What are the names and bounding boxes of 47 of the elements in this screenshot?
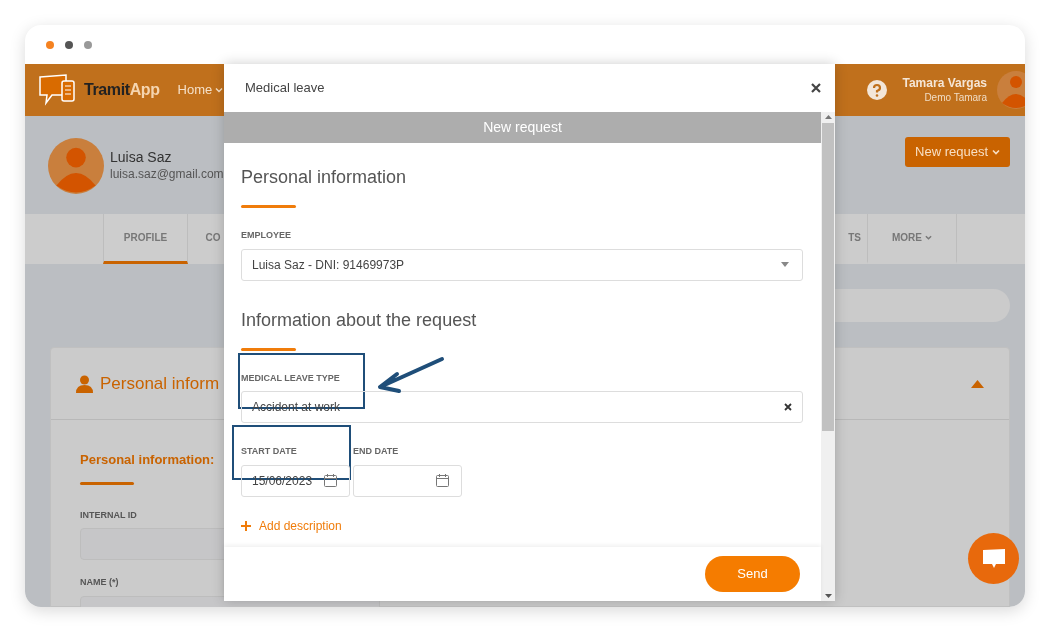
scrollbar-thumb[interactable] xyxy=(822,123,834,431)
user-role: Demo Tamara xyxy=(924,91,987,105)
tab[interactable]: CO xyxy=(188,214,238,264)
chat-bubble-icon xyxy=(981,548,1006,569)
date-field[interactable] xyxy=(353,464,462,497)
tab[interactable]: PROFILE xyxy=(103,214,188,264)
modal-banner: New request xyxy=(224,112,821,143)
tab[interactable]: TS xyxy=(831,214,867,264)
chevron-down-icon xyxy=(992,148,1000,156)
nav-menu[interactable]: Home xyxy=(177,80,224,100)
modal-title: Medical leave xyxy=(245,79,325,98)
chevron-down-icon xyxy=(215,86,224,94)
send-button[interactable]: Send xyxy=(705,556,800,592)
close-icon[interactable] xyxy=(811,83,821,93)
logo-text: TramitApp xyxy=(84,80,160,100)
profile-name: Luisa Saz xyxy=(110,148,173,166)
plus-icon xyxy=(241,520,251,531)
field-label: MEDICAL LEAVE TYPE xyxy=(241,371,340,385)
clear-icon[interactable] xyxy=(784,403,792,411)
tab[interactable]: MORE xyxy=(867,214,957,264)
dropdown-arrow-icon xyxy=(781,262,789,267)
section-title: Personal information: xyxy=(80,451,215,469)
collapse-caret-icon[interactable] xyxy=(971,379,984,388)
field-label: INTERNAL ID xyxy=(80,508,137,522)
field-label: NAME (*) xyxy=(80,576,119,589)
section-title: Personal information xyxy=(241,166,407,189)
calendar-icon[interactable] xyxy=(436,474,449,487)
profile-email: luisa.saz@gmail.com xyxy=(110,166,224,182)
new-request-button[interactable]: New request xyxy=(905,137,1010,167)
scrollbar[interactable] xyxy=(821,112,835,601)
avatar-icon xyxy=(48,137,104,195)
user-name: Tamara Vargas xyxy=(902,75,987,91)
add-description-link[interactable]: Add description xyxy=(241,516,342,535)
person-icon xyxy=(76,374,93,393)
field-label: START DATE xyxy=(241,445,297,458)
scroll-down-icon[interactable] xyxy=(824,594,832,598)
section-title: Information about the request xyxy=(241,308,477,332)
select-field[interactable]: Luisa Saz - DNI: 91469973P xyxy=(241,248,803,281)
title-underline xyxy=(241,347,296,351)
pointer-arrow xyxy=(375,356,445,394)
field-label: END DATE xyxy=(353,445,399,458)
title-underline xyxy=(241,205,296,208)
help-icon[interactable] xyxy=(866,80,887,100)
calendar-icon[interactable] xyxy=(324,474,337,487)
card-title: Personal inform xyxy=(100,372,220,395)
title-underline xyxy=(80,481,134,485)
field-label: EMPLOYEE xyxy=(241,229,291,242)
